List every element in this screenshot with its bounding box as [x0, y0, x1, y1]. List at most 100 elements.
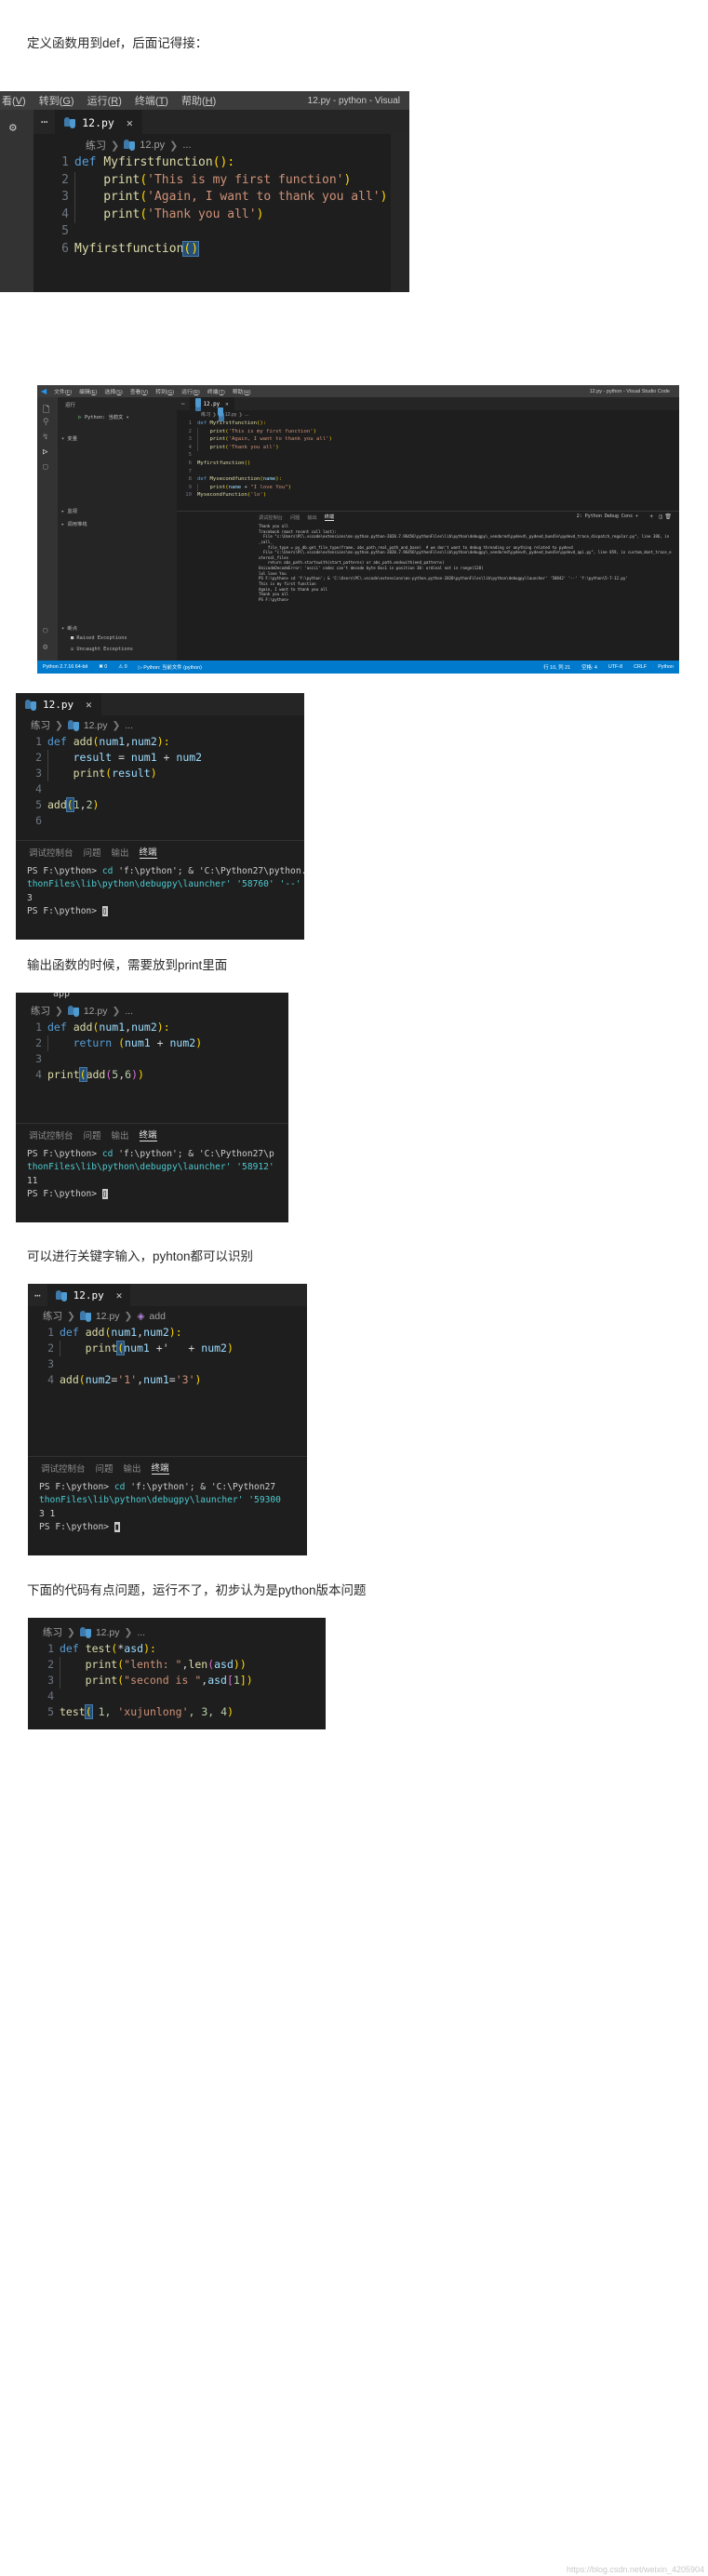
terminal-new-icon[interactable]: +	[649, 514, 653, 520]
gear-icon[interactable]: ⚙	[43, 643, 47, 652]
breakpoint-uncaught-exceptions[interactable]: ☑ Uncaught Exceptions	[71, 647, 133, 652]
sidebar-section-variables[interactable]: ▾ 变量	[61, 434, 77, 442]
sidebar-section-breakpoints[interactable]: ▾ 断点	[61, 624, 77, 632]
tab-12py-2[interactable]: 12.py ✕	[189, 397, 234, 411]
breadcrumb-tail[interactable]: add	[149, 1311, 166, 1322]
editor-area-1[interactable]: 练习 ❯ 12.py ❯ ... 1 def Myfirstfunction():…	[33, 134, 409, 292]
code-lines-3[interactable]: 1 def add(num1,num2): 2 result = num1 + num…	[16, 734, 304, 829]
code-line[interactable]: 1 def add(num1,num2):	[28, 1325, 307, 1341]
code-line[interactable]: 3	[16, 1051, 288, 1067]
terminal-dropdown-label[interactable]: 2: Python Debug Cons	[577, 514, 633, 519]
close-icon[interactable]: ✕	[127, 116, 133, 129]
breadcrumb-tail[interactable]: ...	[245, 412, 248, 418]
panel-tabs-2[interactable]: 调试控制台 问题 输出 终端	[259, 514, 335, 521]
tab-strip-5[interactable]: ⋯ 12.py ✕	[28, 1284, 307, 1306]
code-line[interactable]: 2 print(num1 +' + num2)	[28, 1341, 307, 1356]
tab-strip-1[interactable]: ⋯ 12.py ✕	[33, 110, 409, 134]
breadcrumb-folder[interactable]: 练习	[43, 1309, 62, 1323]
menu-item-run[interactable]: 运行(R)	[181, 387, 200, 395]
code-line[interactable]: 3 print("second is ",asd[1])	[28, 1673, 326, 1688]
panel-tabs-5[interactable]: 调试控制台 问题 输出 终端	[41, 1461, 169, 1475]
code-line[interactable]: 3 print('Again, I want to thank you all')	[177, 435, 679, 444]
panel-tab-output[interactable]: 输出	[307, 514, 316, 521]
terminal-output-3[interactable]: PS F:\python> cd 'f:\python'; & 'C:\Pyth…	[27, 865, 304, 919]
panel-tab-output[interactable]: 输出	[112, 1128, 129, 1141]
code-line[interactable]: 6	[16, 813, 304, 829]
terminal-output-4[interactable]: PS F:\python> cd 'f:\python'; & 'C:\Pyth…	[27, 1148, 287, 1202]
breadcrumb-tail[interactable]: ...	[125, 1006, 133, 1017]
breadcrumb-4[interactable]: 练习 ❯ 12.py ❯ ...	[31, 1004, 134, 1018]
activity-bar-2[interactable]: 🗋 ⚲ ↯ ▷ ▢ ○ ⚙	[37, 397, 58, 661]
status-errors[interactable]: ✖ 0	[99, 664, 107, 670]
search-icon[interactable]: ⚲	[43, 418, 49, 427]
status-encoding[interactable]: UTF-8	[608, 664, 622, 670]
tab-12py-1[interactable]: 12.py ✕	[55, 110, 142, 134]
panel-tab-debug-console[interactable]: 调试控制台	[29, 1128, 73, 1141]
account-icon[interactable]: ○	[43, 626, 47, 635]
breadcrumb-3[interactable]: 练习 ❯ 12.py ❯ ...	[31, 718, 134, 732]
sidebar-run-debug[interactable]: 运行 ▷ Python: 当前文 ▾ ▾ 变量 ▸ 监视 ▸ 调用堆栈 ▾ 断点…	[58, 397, 177, 661]
code-lines-2[interactable]: 1 def Myfirstfunction(): 2 print('This is m…	[177, 420, 679, 500]
panel-tab-debug-console[interactable]: 调试控制台	[29, 846, 73, 859]
breadcrumb-folder[interactable]: 练习	[43, 1625, 62, 1639]
extensions-icon[interactable]: ▢	[43, 462, 47, 472]
debug-start-icon[interactable]: ▷	[78, 414, 82, 420]
code-line[interactable]: 1 def test(*asd):	[28, 1641, 326, 1657]
close-icon[interactable]: ✕	[116, 1289, 123, 1301]
chevron-down-icon[interactable]: ▾	[127, 415, 129, 420]
status-run-config[interactable]: ▷ Python: 当前文件 (python)	[139, 663, 202, 671]
terminal-output-2[interactable]: Thank you all Traceback (most recent cal…	[259, 524, 672, 659]
code-line[interactable]: 4	[16, 781, 304, 797]
debug-config-dropdown[interactable]: Python: 当前文	[85, 415, 123, 420]
breadcrumb-file[interactable]: 12.py	[140, 140, 165, 151]
menu-bar-2[interactable]: ◀ 文件(F) 编辑(E) 选择(S) 查看(V) 转到(G) 运行(R) 终端…	[37, 385, 679, 397]
code-line[interactable]: 5	[177, 451, 679, 460]
menu-item-terminal[interactable]: 终端(T)	[135, 93, 168, 108]
code-line[interactable]: 7	[177, 468, 679, 476]
code-line[interactable]: 10 Mysecondfunction('lo')	[177, 491, 679, 500]
terminal-selector[interactable]: 2: Python Debug Cons ▾	[577, 514, 638, 519]
breadcrumb-5[interactable]: 练习 ❯ 12.py ❯ ◈ add	[43, 1309, 166, 1323]
code-line[interactable]: 5 add(1,2)	[16, 797, 304, 813]
menu-item-view[interactable]: 看(V)	[2, 93, 26, 108]
breadcrumb-6[interactable]: 练习 ❯ 12.py ❯ ...	[43, 1625, 146, 1639]
chevron-down-icon[interactable]: ▾	[635, 514, 638, 519]
code-line[interactable]: 1 def Myfirstfunction():	[33, 154, 409, 172]
activity-bar-1[interactable]: ⚙	[0, 110, 33, 292]
breadcrumb-folder[interactable]: 练习	[86, 138, 106, 153]
menu-item-help[interactable]: 帮助(H)	[233, 387, 251, 395]
close-icon[interactable]: ✕	[86, 699, 92, 711]
menu-item-view[interactable]: 查看(V)	[130, 387, 148, 395]
checkbox-checked-icon[interactable]: ☑	[71, 647, 73, 652]
code-line[interactable]: 2 return (num1 + num2)	[16, 1035, 288, 1051]
code-line[interactable]: 4 print(add(5,6))	[16, 1067, 288, 1083]
panel-tab-terminal[interactable]: 终端	[139, 1128, 157, 1141]
panel-tab-output[interactable]: 输出	[124, 1462, 141, 1475]
panel-tab-debug-console[interactable]: 调试控制台	[259, 514, 283, 521]
breadcrumb-2[interactable]: 练习 ❯ 12.py ❯ ...	[201, 407, 249, 421]
sidebar-section-callstack[interactable]: ▸ 调用堆栈	[61, 520, 87, 527]
code-lines-4[interactable]: 1 def add(num1,num2): 2 return (num1 + num2…	[16, 1020, 288, 1083]
menu-item-goto[interactable]: 转到(G)	[39, 93, 74, 108]
status-language[interactable]: Python	[658, 664, 674, 670]
menu-item-file[interactable]: 文件(F)	[54, 387, 72, 395]
menu-item-edit[interactable]: 编辑(E)	[79, 387, 97, 395]
menu-bar-1[interactable]: 看(V) 转到(G) 运行(R) 终端(T) 帮助(H) 12.py - pyt…	[0, 91, 409, 110]
breadcrumb-file[interactable]: 12.py	[225, 412, 237, 418]
code-line[interactable]: 6 Myfirstfunction()	[177, 460, 679, 468]
terminal-output-5[interactable]: PS F:\python> cd 'f:\python'; & 'C:\Pyth…	[39, 1481, 307, 1535]
menu-item-run[interactable]: 运行(R)	[87, 93, 122, 108]
status-line-col[interactable]: 行 10, 列 21	[543, 663, 570, 671]
tab-12py-3[interactable]: 12.py ✕	[16, 693, 101, 715]
breadcrumb-folder[interactable]: 练习	[201, 411, 210, 418]
panel-tab-terminal[interactable]: 终端	[139, 845, 157, 859]
code-line[interactable]: 5	[33, 223, 409, 241]
code-line[interactable]: 1 def Myfirstfunction():	[177, 420, 679, 428]
panel-tab-debug-console[interactable]: 调试控制台	[41, 1462, 86, 1475]
tab-12py-5[interactable]: 12.py ✕	[47, 1284, 131, 1306]
panel-tab-problems[interactable]: 问题	[84, 1128, 101, 1141]
menu-item-terminal[interactable]: 终端(T)	[207, 387, 225, 395]
status-python-version[interactable]: Python 2.7.16 64-bit	[43, 664, 87, 670]
status-warnings[interactable]: ⚠ 0	[118, 664, 127, 670]
code-line[interactable]: 4 print('Thank you all')	[177, 443, 679, 452]
